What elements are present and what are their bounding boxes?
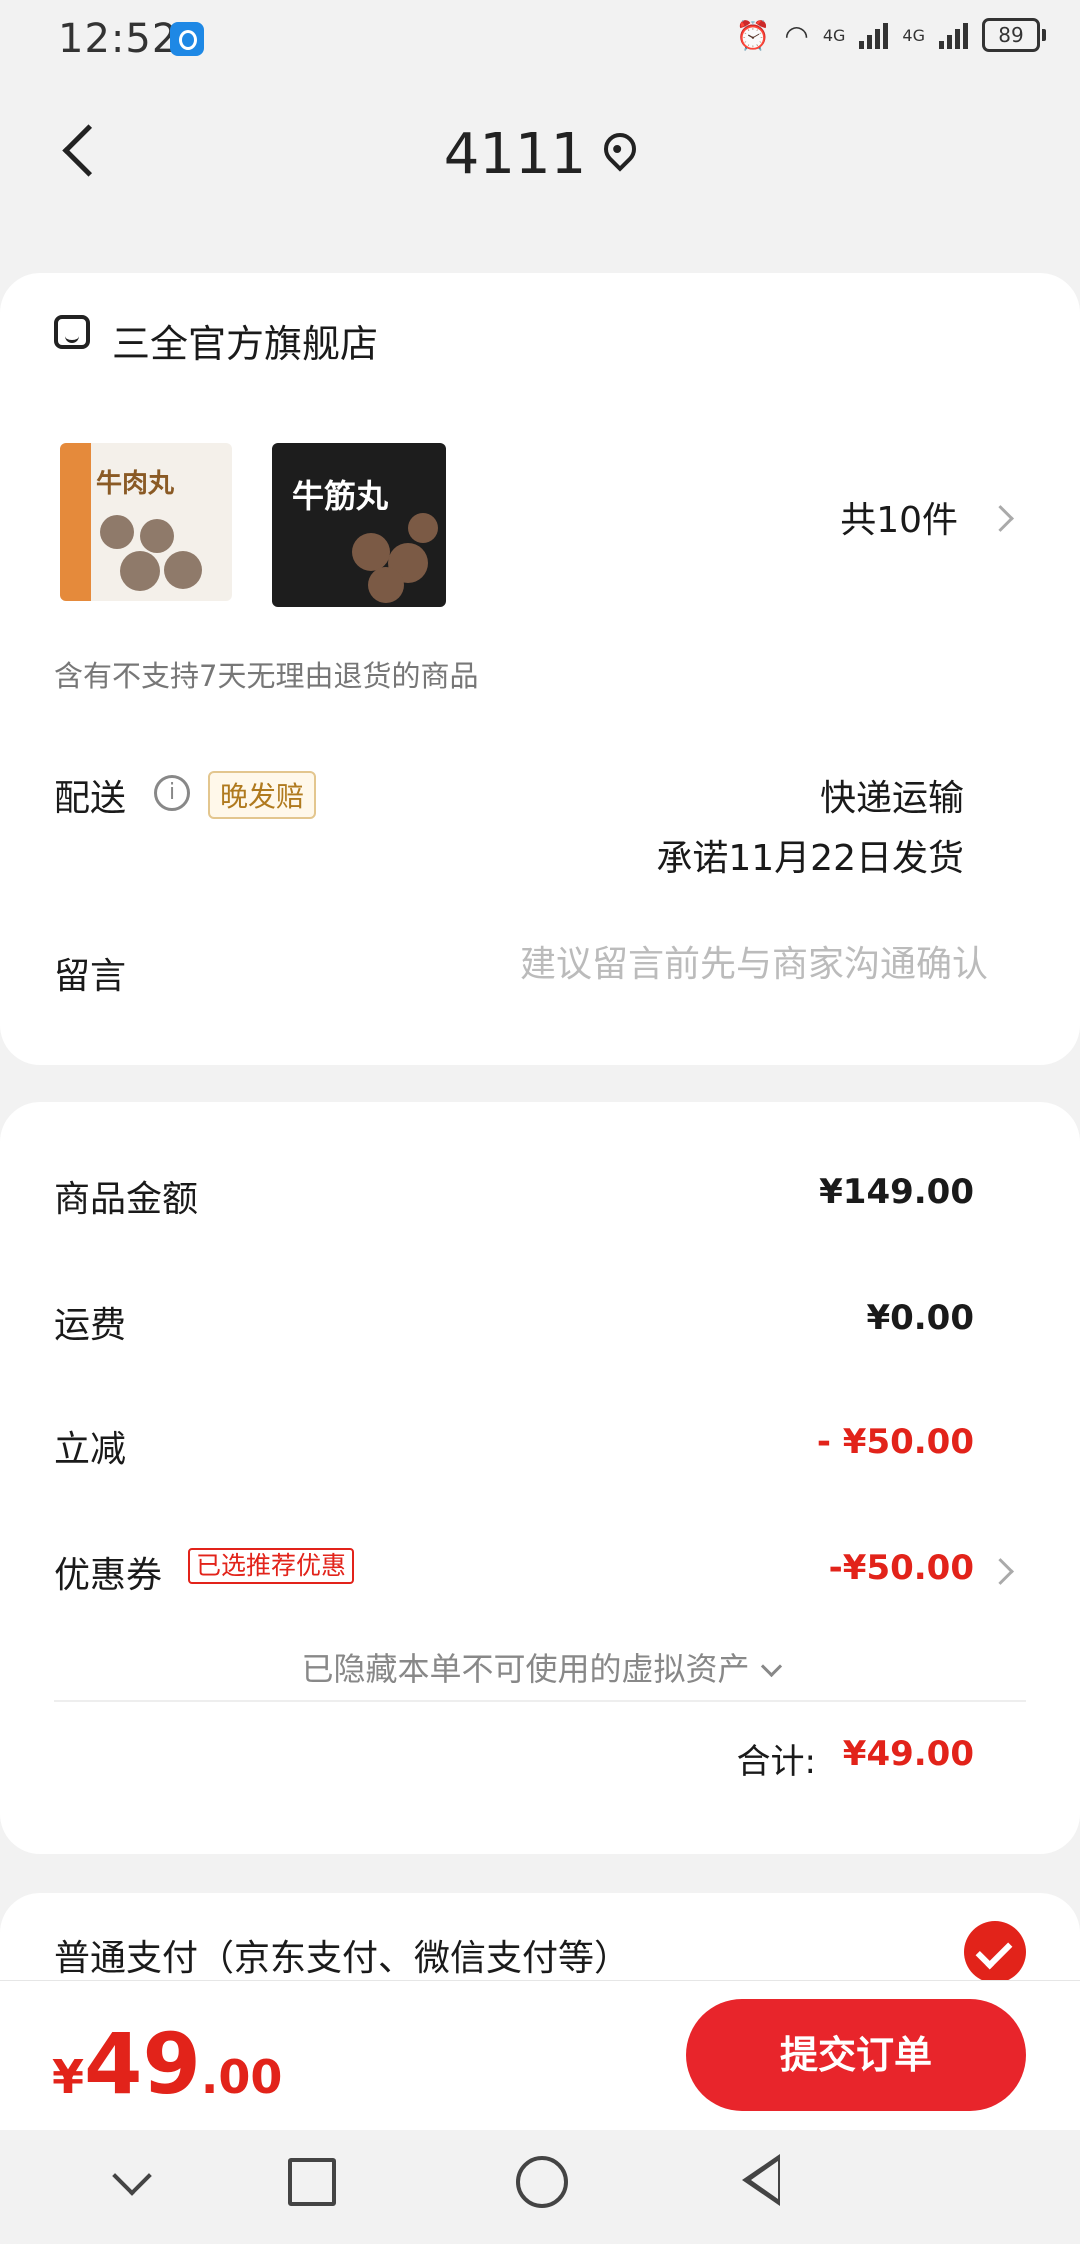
nav-home-icon[interactable] — [516, 2156, 568, 2208]
alarm-icon: ⏰ — [735, 18, 771, 52]
info-icon[interactable]: i — [154, 775, 190, 811]
title-bar: 4111 — [0, 80, 1080, 230]
status-bar: 12:52 ⏰ ◠ 4G 4G 89 — [0, 0, 1080, 80]
chevron-down-icon — [760, 1655, 782, 1678]
chevron-right-icon[interactable] — [987, 505, 1014, 532]
shipping-fee-label: 运费 — [54, 1305, 127, 1346]
message-input[interactable] — [426, 943, 990, 986]
chevron-right-icon[interactable] — [987, 1558, 1014, 1585]
signal-4g-label: 4G — [822, 25, 846, 45]
goods-amount-label: 商品金额 — [54, 1179, 199, 1220]
status-icons: ⏰ ◠ 4G 4G 89 — [735, 18, 1046, 52]
nav-collapse-icon[interactable] — [112, 2156, 152, 2196]
page-title: 4111 — [443, 122, 587, 187]
coupon-label[interactable]: 优惠券 — [54, 1546, 162, 1598]
submit-order-button[interactable]: 提交订单 — [686, 1999, 1026, 2111]
delivery-label: 配送 — [54, 778, 127, 819]
product-image-text: 牛肉丸 — [96, 469, 175, 499]
coupon-recommended-tag: 已选推荐优惠 — [188, 1548, 355, 1584]
coupon-value[interactable]: -¥50.00 — [829, 1548, 974, 1588]
goods-amount-value: ¥149.00 — [819, 1172, 974, 1212]
bottom-action-bar: ¥49.00 提交订单 — [0, 1980, 1080, 2131]
hidden-assets-text: 已隐藏本单不可使用的虚拟资产 — [301, 1650, 750, 1688]
amount-decimal: .00 — [200, 2050, 283, 2104]
nav-back-icon[interactable] — [742, 2154, 780, 2206]
hidden-assets-toggle[interactable]: 已隐藏本单不可使用的虚拟资产 — [0, 1644, 1080, 1690]
wifi-icon: ◠ — [784, 18, 809, 52]
signal-icon — [859, 21, 889, 49]
payable-amount: ¥49.00 — [52, 2015, 282, 2113]
product-image-tendon-ball[interactable]: 牛筋丸 — [272, 443, 446, 607]
item-count[interactable]: 共10件 — [840, 491, 958, 543]
late-delivery-tag: 晚发赔 — [208, 771, 317, 819]
shipping-fee-value: ¥0.00 — [866, 1298, 974, 1338]
address-title[interactable]: 4111 — [0, 122, 1080, 187]
total-value: ¥49.00 — [842, 1734, 974, 1774]
product-image-text: 牛筋丸 — [292, 477, 389, 515]
instant-discount-label: 立减 — [54, 1429, 127, 1470]
system-nav-bar — [0, 2130, 1080, 2244]
payment-method-label[interactable]: 普通支付（京东支付、微信支付等） — [54, 1929, 630, 1981]
instant-discount-value: - ¥50.00 — [816, 1422, 974, 1462]
shipping-date: 承诺11月22日发货 — [656, 838, 964, 879]
signal-icon-2 — [939, 21, 968, 49]
divider — [54, 1700, 1026, 1702]
store-card: 三全官方旗舰店 牛肉丸 牛筋丸 共10件 含有不支持7天无理由退货的商品 配送 … — [0, 273, 1080, 1065]
shipping-method: 快递运输 — [819, 778, 964, 819]
amount-integer: 49 — [84, 2015, 201, 2113]
total-label: 合计: — [736, 1742, 816, 1782]
price-summary-card: 商品金额 ¥149.00 运费 ¥0.00 立减 - ¥50.00 优惠券 已选… — [0, 1102, 1080, 1854]
message-label: 留言 — [54, 956, 127, 997]
signal-4g-label-2: 4G — [902, 25, 925, 45]
app-notification-icon — [170, 22, 204, 56]
currency-symbol: ¥ — [52, 2050, 85, 2104]
store-name[interactable]: 三全官方旗舰店 — [112, 313, 378, 368]
nav-recents-icon[interactable] — [288, 2158, 336, 2206]
store-icon — [54, 315, 90, 349]
battery-icon: 89 — [982, 18, 1046, 52]
location-pin-icon — [597, 126, 643, 172]
return-policy-note: 含有不支持7天无理由退货的商品 — [54, 659, 479, 693]
checkmark-icon[interactable] — [964, 1921, 1026, 1983]
product-image-beef-ball[interactable]: 牛肉丸 — [60, 443, 232, 601]
status-time: 12:52 — [58, 16, 179, 62]
